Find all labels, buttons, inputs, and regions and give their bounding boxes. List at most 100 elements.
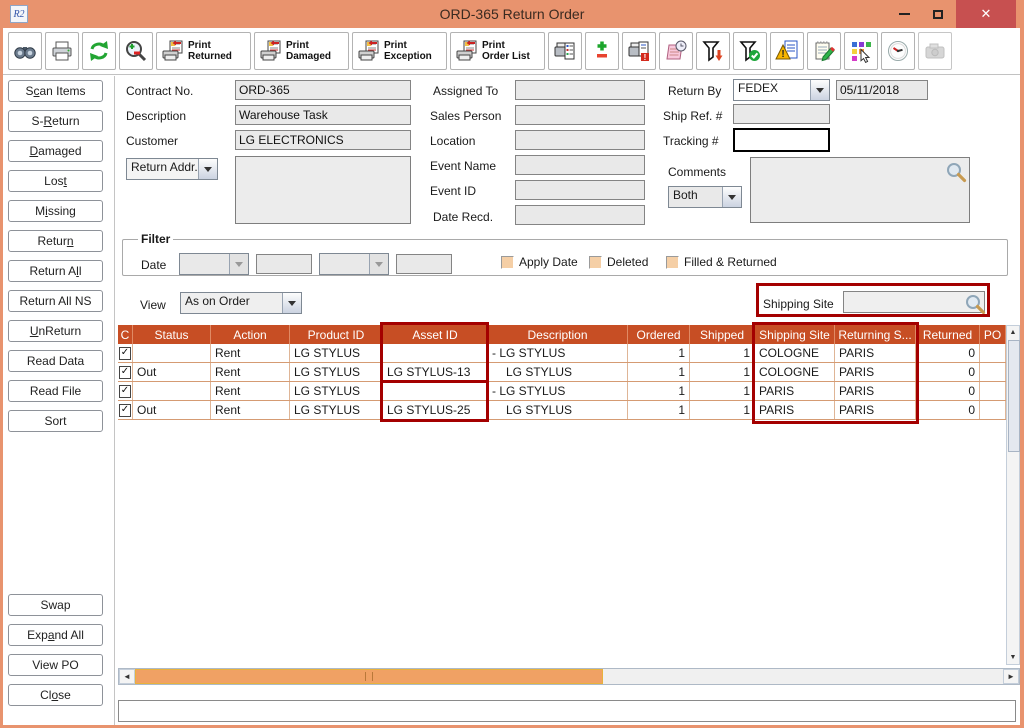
- sidebar-s-return-button[interactable]: S-Return: [8, 110, 103, 132]
- filter-checkbox-apply-date[interactable]: Apply Date: [501, 255, 578, 269]
- view-dropdown[interactable]: As on Order: [180, 292, 302, 314]
- filter-checkbox-filled-returned[interactable]: Filled & Returned: [666, 255, 777, 269]
- checkbox-icon[interactable]: [589, 256, 602, 269]
- filter-date-to-dropdown[interactable]: [319, 253, 389, 275]
- column-header-ordered[interactable]: Ordered: [628, 325, 690, 344]
- print-order-list-button[interactable]: Print Order List: [450, 32, 545, 70]
- column-header-c[interactable]: C: [118, 325, 133, 344]
- vertical-scrollbar[interactable]: ▲ ▼: [1006, 325, 1020, 665]
- layout-picker-button[interactable]: [844, 32, 878, 70]
- title-bar[interactable]: R2 ORD-365 Return Order ✕: [0, 0, 1024, 28]
- filter-download-button[interactable]: [696, 32, 730, 70]
- scroll-left-icon[interactable]: ◄: [119, 669, 135, 684]
- horizontal-scrollbar-track[interactable]: [135, 669, 1003, 684]
- maximize-button[interactable]: [922, 0, 954, 28]
- filter-date-from-field[interactable]: [256, 254, 312, 274]
- column-header-po[interactable]: PO: [980, 325, 1006, 344]
- sidebar-lost-button[interactable]: Lost: [8, 170, 103, 192]
- clock-notes-button[interactable]: [659, 32, 693, 70]
- sidebar-swap-button[interactable]: Swap: [8, 594, 103, 616]
- table-row[interactable]: ✓OutRentLG STYLUSLG STYLUS-25LG STYLUS11…: [118, 401, 1006, 420]
- horizontal-scrollbar[interactable]: ◄ ►: [118, 668, 1020, 685]
- table-row[interactable]: ✓RentLG STYLUS- LG STYLUS11COLOGNEPARIS0: [118, 344, 1006, 363]
- sidebar-read-file-button[interactable]: Read File: [8, 380, 103, 402]
- cell-checked[interactable]: ✓: [118, 363, 133, 381]
- table-row[interactable]: ✓RentLG STYLUS- LG STYLUS11PARISPARIS0: [118, 382, 1006, 401]
- filter-checkbox-deleted[interactable]: Deleted: [589, 255, 648, 269]
- dropdown-button[interactable]: [282, 293, 301, 313]
- column-header-shipping-site[interactable]: Shipping Site: [755, 325, 835, 344]
- event-name-field[interactable]: [515, 155, 645, 175]
- add-remove-button[interactable]: [585, 32, 619, 70]
- column-header-asset-id[interactable]: Asset ID: [383, 325, 488, 344]
- vertical-scrollbar-thumb[interactable]: [1008, 340, 1020, 452]
- sidebar-unreturn-button[interactable]: UnReturn: [8, 320, 103, 342]
- print-alert-button[interactable]: !: [622, 32, 656, 70]
- date-recd-field[interactable]: [515, 205, 645, 225]
- edit-notes-button[interactable]: [807, 32, 841, 70]
- filter-date-from-dropdown[interactable]: [179, 253, 249, 275]
- return-address-textarea[interactable]: [235, 156, 411, 224]
- find-button[interactable]: [8, 32, 42, 70]
- filter-apply-button[interactable]: [733, 32, 767, 70]
- row-checkbox[interactable]: ✓: [119, 404, 131, 417]
- scroll-right-icon[interactable]: ►: [1003, 669, 1019, 684]
- sidebar-scan-items-button[interactable]: Scan Items: [8, 80, 103, 102]
- column-header-description[interactable]: Description: [488, 325, 628, 344]
- column-header-returned[interactable]: Returned: [916, 325, 980, 344]
- sidebar-return-all-button[interactable]: Return All: [8, 260, 103, 282]
- return-addr-dropdown[interactable]: Return Addr...: [126, 158, 218, 180]
- column-header-shipped[interactable]: Shipped: [690, 325, 755, 344]
- scroll-down-icon[interactable]: ▼: [1007, 651, 1019, 664]
- time-button[interactable]: [881, 32, 915, 70]
- close-button[interactable]: ✕: [956, 0, 1016, 28]
- row-checkbox[interactable]: ✓: [119, 347, 131, 360]
- minimize-button[interactable]: [888, 0, 920, 28]
- description-field[interactable]: [235, 105, 411, 125]
- column-header-action[interactable]: Action: [211, 325, 290, 344]
- contract-no-field[interactable]: [235, 80, 411, 100]
- sidebar-missing-button[interactable]: Missing: [8, 200, 103, 222]
- filter-date-to-field[interactable]: [396, 254, 452, 274]
- sales-person-field[interactable]: [515, 105, 645, 125]
- dropdown-button[interactable]: [229, 254, 248, 274]
- sidebar-return-button[interactable]: Return: [8, 230, 103, 252]
- return-by-dropdown[interactable]: FEDEX: [733, 79, 830, 101]
- column-header-status[interactable]: Status: [133, 325, 211, 344]
- event-id-field[interactable]: [515, 180, 645, 200]
- column-header-returning-s-[interactable]: Returning S...: [835, 325, 916, 344]
- shipping-site-search-icon[interactable]: [963, 292, 983, 312]
- dropdown-button[interactable]: [369, 254, 388, 274]
- print-button[interactable]: [45, 32, 79, 70]
- sidebar-sort-button[interactable]: Sort: [8, 410, 103, 432]
- refresh-button[interactable]: [82, 32, 116, 70]
- dropdown-button[interactable]: [810, 80, 829, 100]
- customer-field[interactable]: [235, 130, 411, 150]
- comments-textarea[interactable]: [750, 157, 970, 223]
- sidebar-damaged-button[interactable]: Damaged: [8, 140, 103, 162]
- assigned-to-field[interactable]: [515, 80, 645, 100]
- checkbox-icon[interactable]: [666, 256, 679, 269]
- sidebar-read-data-button[interactable]: Read Data: [8, 350, 103, 372]
- row-checkbox[interactable]: ✓: [119, 366, 131, 379]
- print-list-button[interactable]: [548, 32, 582, 70]
- column-header-product-id[interactable]: Product ID: [290, 325, 383, 344]
- return-by-date-field[interactable]: [836, 80, 928, 100]
- sidebar-close-button[interactable]: Close: [8, 684, 103, 706]
- row-checkbox[interactable]: ✓: [119, 385, 131, 398]
- exception-report-button[interactable]: !: [770, 32, 804, 70]
- print-exception-button[interactable]: Print Exception: [352, 32, 447, 70]
- print-returned-button[interactable]: Print Returned: [156, 32, 251, 70]
- sidebar-view-po-button[interactable]: View PO: [8, 654, 103, 676]
- dropdown-button[interactable]: [198, 159, 217, 179]
- tracking-field[interactable]: [733, 128, 830, 152]
- checkbox-icon[interactable]: [501, 256, 514, 269]
- comments-search-icon[interactable]: [944, 160, 964, 180]
- horizontal-scrollbar-thumb[interactable]: [135, 669, 603, 684]
- dropdown-button[interactable]: [722, 187, 741, 207]
- scroll-up-icon[interactable]: ▲: [1007, 326, 1019, 339]
- comments-mode-dropdown[interactable]: Both: [668, 186, 742, 208]
- table-row[interactable]: ✓OutRentLG STYLUSLG STYLUS-13LG STYLUS11…: [118, 363, 1006, 382]
- cell-checked[interactable]: ✓: [118, 344, 133, 362]
- sidebar-return-all-ns-button[interactable]: Return All NS: [8, 290, 103, 312]
